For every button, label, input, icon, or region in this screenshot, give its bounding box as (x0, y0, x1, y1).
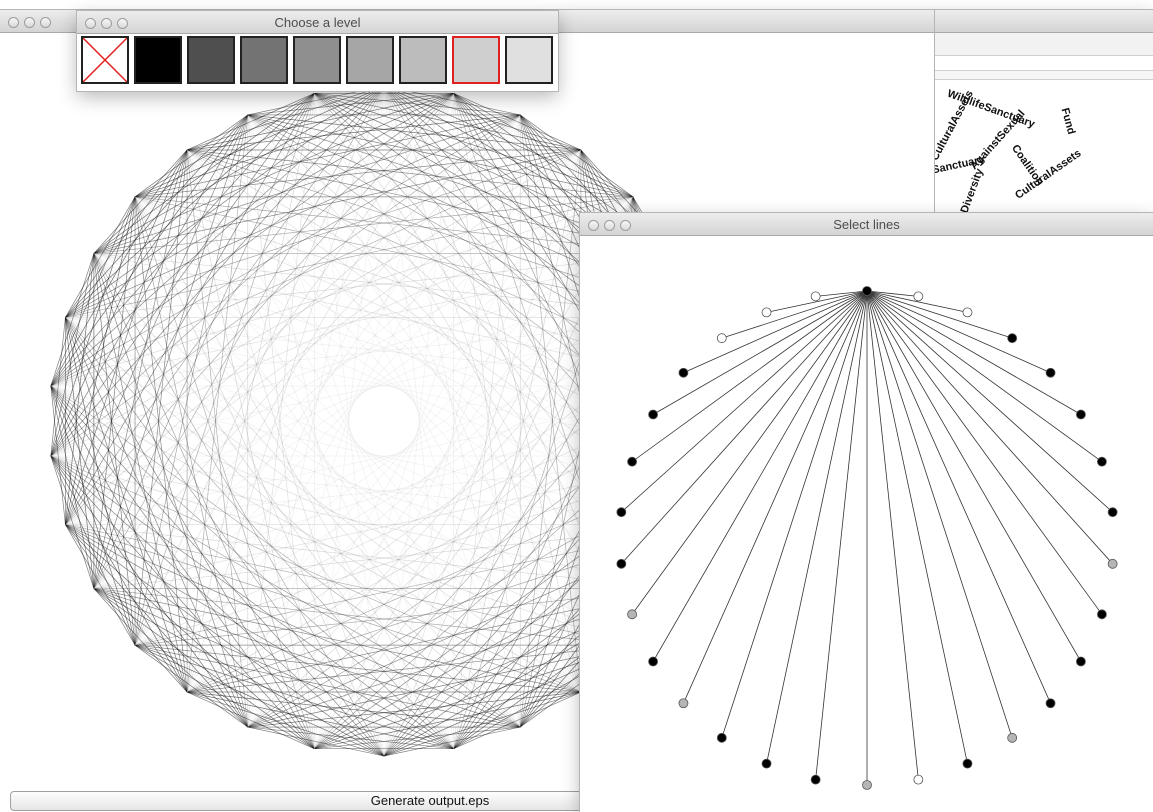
anchor-point[interactable] (616, 558, 627, 569)
anchor-point[interactable] (1097, 456, 1107, 467)
minimize-window-button[interactable] (24, 17, 35, 28)
close-window-button[interactable] (8, 17, 19, 28)
anchor-point[interactable] (616, 507, 627, 518)
anchor-point[interactable] (862, 286, 872, 296)
anchor-point[interactable] (1076, 656, 1086, 667)
anchor-point[interactable] (1107, 507, 1118, 518)
cross-icon (83, 38, 127, 82)
select-lines-window: Select lines (580, 213, 1153, 812)
anchor-point[interactable] (716, 333, 727, 344)
choose-level-titlebar[interactable]: Choose a level (77, 11, 558, 34)
anchor-point[interactable] (913, 291, 924, 302)
anchor-point[interactable] (1045, 367, 1056, 378)
anchor-point[interactable] (648, 656, 658, 667)
level-swatch-7[interactable] (452, 36, 500, 84)
anchor-point[interactable] (627, 456, 637, 467)
select-lines-canvas[interactable] (580, 235, 1153, 812)
anchor-point[interactable] (648, 409, 658, 420)
window-controls (8, 15, 56, 33)
anchor-point[interactable] (810, 291, 821, 302)
level-swatch-3[interactable] (240, 36, 288, 84)
choose-level-window: Choose a level (77, 11, 558, 91)
generate-output-label: Generate output.eps (370, 793, 490, 808)
anchor-point[interactable] (962, 758, 973, 769)
anchor-point[interactable] (1107, 558, 1118, 569)
svg-text:Diversity: Diversity (959, 166, 986, 215)
anchor-point[interactable] (1097, 609, 1107, 620)
anchor-point[interactable] (862, 780, 872, 790)
selection-lines (621, 290, 1113, 785)
anchor-point[interactable] (810, 774, 821, 785)
anchor-point[interactable] (761, 758, 772, 769)
level-swatch-8[interactable] (505, 36, 553, 84)
svg-text:Fund: Fund (1059, 107, 1078, 136)
level-swatch-6[interactable] (399, 36, 447, 84)
level-swatch-2[interactable] (187, 36, 235, 84)
anchor-point[interactable] (1007, 732, 1018, 743)
zoom-window-button[interactable] (40, 17, 51, 28)
level-swatch-none[interactable] (81, 36, 129, 84)
generate-output-button[interactable]: Generate output.eps (10, 791, 590, 811)
anchor-point[interactable] (1045, 698, 1056, 709)
select-lines-title: Select lines (833, 217, 900, 232)
level-swatch-1[interactable] (134, 36, 182, 84)
anchor-point[interactable] (962, 307, 973, 318)
select-lines-titlebar[interactable]: Select lines (580, 213, 1153, 236)
anchor-point[interactable] (913, 774, 924, 785)
choose-level-title: Choose a level (274, 15, 361, 30)
anchor-point[interactable] (716, 732, 727, 743)
anchor-point[interactable] (627, 609, 637, 620)
level-swatch-5[interactable] (346, 36, 394, 84)
anchor-point[interactable] (761, 307, 772, 318)
anchor-point[interactable] (678, 367, 689, 378)
anchor-point[interactable] (1076, 409, 1086, 420)
anchor-point[interactable] (678, 698, 689, 709)
level-swatch-4[interactable] (293, 36, 341, 84)
anchor-point[interactable] (1007, 333, 1018, 344)
